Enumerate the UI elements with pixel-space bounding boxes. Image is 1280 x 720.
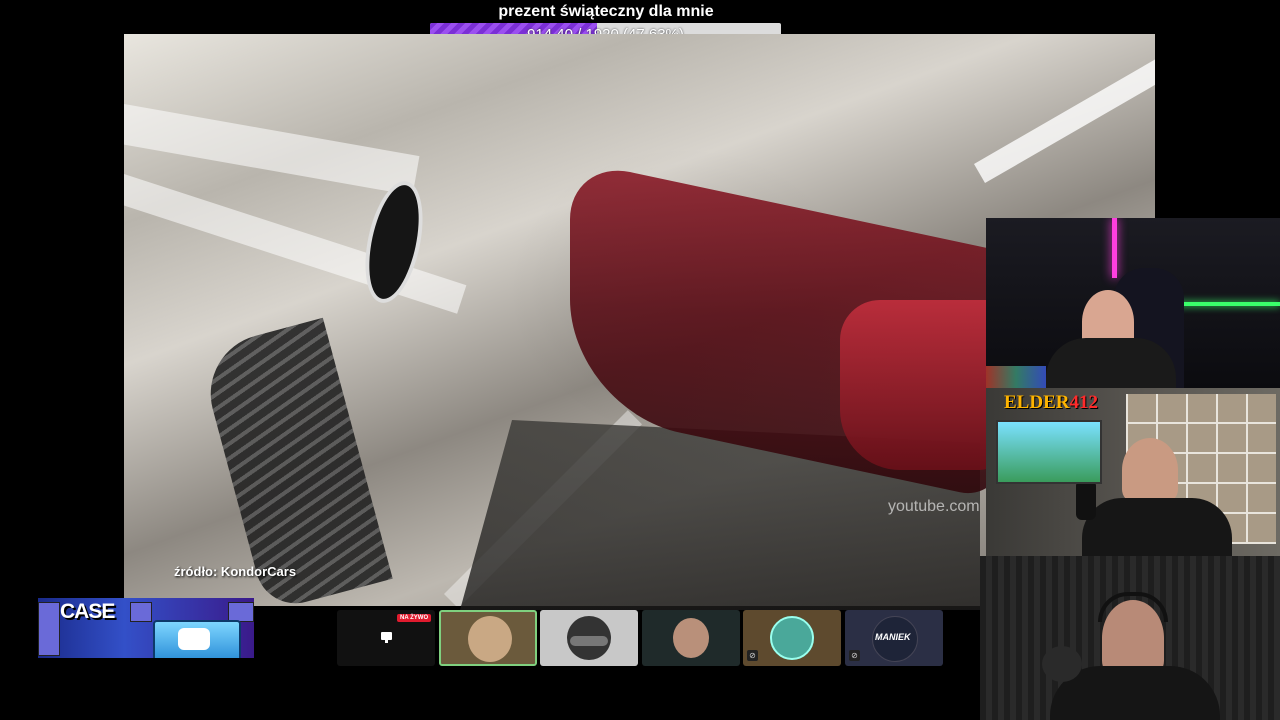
neon-light: [1112, 218, 1117, 278]
case-ad-banner[interactable]: CASE: [38, 598, 254, 658]
participant-tile-5[interactable]: ⊘: [743, 610, 841, 666]
car-avatar-icon: [570, 636, 608, 646]
car-taillight-lower: [840, 300, 1000, 470]
participant-avatar: [770, 616, 814, 660]
case-box-face: [178, 628, 210, 650]
rgb-keyboard: [986, 366, 1046, 388]
monitor-icon: [381, 632, 392, 640]
participant-tile-4[interactable]: [642, 610, 740, 666]
elder-logo: ELDER412: [1004, 392, 1098, 414]
participant-avatar: [673, 618, 709, 658]
muted-mic-icon: ⊘: [849, 650, 860, 661]
case-thumbnail: [38, 602, 60, 656]
webcam-streamer-3: [980, 556, 1280, 720]
participant-name: MANIEK: [875, 632, 911, 642]
elder-logo-text: ELDER: [1004, 392, 1070, 413]
participant-avatar: [468, 616, 512, 662]
streamer-body: [1082, 498, 1232, 556]
participant-tile-3[interactable]: [540, 610, 638, 666]
aquarium: [996, 420, 1102, 484]
streamer-head: [1122, 438, 1178, 502]
webcam-streamer-1: [986, 218, 1280, 388]
live-badge: NA ŻYWO: [397, 614, 432, 622]
video-source-label: źródło: KondorCars: [174, 564, 297, 579]
neon-light: [1176, 302, 1280, 306]
case-thumbnail: [228, 602, 254, 622]
light-streak: [974, 44, 1155, 184]
monitor-stand: [385, 640, 388, 643]
streamer-body: [1046, 338, 1176, 388]
participant-tile-maniek[interactable]: MANIEK ⊘: [845, 610, 943, 666]
case-thumbnail: [130, 602, 152, 622]
participant-tile-2[interactable]: [439, 610, 537, 666]
goal-title: prezent świąteczny dla mnie: [498, 3, 714, 20]
microphone: [1076, 480, 1096, 520]
light-streak: [124, 104, 420, 196]
headphones: [1098, 592, 1168, 622]
muted-mic-icon: ⊘: [747, 650, 758, 661]
youtube-watermark: youtube.com: [888, 498, 980, 515]
elder-logo-number: 412: [1069, 392, 1098, 413]
case-ad-title: CASE: [60, 600, 115, 623]
microphone: [1042, 646, 1082, 682]
